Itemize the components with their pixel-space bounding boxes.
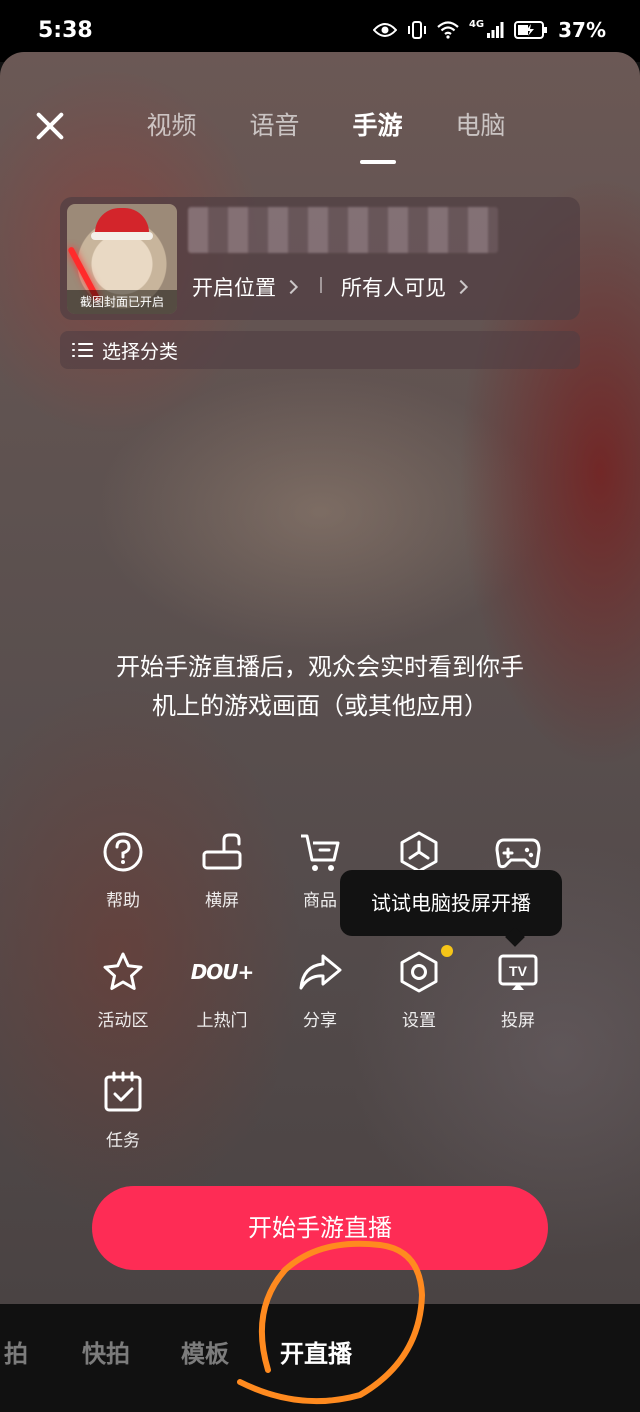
eye-icon (372, 23, 397, 37)
settings-button[interactable]: 设置 (374, 950, 464, 1040)
task-button[interactable]: 任务 (78, 1070, 168, 1160)
dou-hot-label: 上热门 (196, 1011, 248, 1031)
status-icons: 4G 37% (372, 18, 606, 42)
settings-label: 设置 (402, 1011, 436, 1031)
battery-percent: 37% (558, 18, 606, 42)
bottom-nav: 拍 快拍 模板 开直播 (0, 1304, 640, 1412)
description-text: 开始手游直播后，观众会实时看到你手机上的游戏画面（或其他应用） (116, 653, 524, 720)
cover-card: 截图封面已开启 开启位置 所有人可见 (60, 197, 580, 320)
landscape-icon (202, 833, 242, 870)
task-label: 任务 (106, 1131, 140, 1151)
category-label: 选择分类 (102, 340, 179, 363)
bottom-nav-item-photo[interactable]: 拍 (4, 1334, 28, 1369)
activity-label: 活动区 (97, 1011, 149, 1031)
network-label: 4G (468, 18, 485, 30)
chevron-right-icon (283, 279, 299, 295)
dou-plus-button[interactable]: DOU+ 上热门 (177, 950, 267, 1040)
bottom-nav-item-template[interactable]: 模板 (181, 1334, 229, 1369)
tab-mobile-game[interactable]: 手游 (326, 106, 429, 164)
svg-text:TV: TV (509, 963, 528, 979)
task-icon (104, 1071, 142, 1112)
wifi-icon (437, 21, 459, 39)
divider (320, 277, 322, 293)
status-time: 5:38 (38, 18, 93, 43)
signal-icon (487, 22, 504, 38)
tab-pc[interactable]: 电脑 (429, 106, 532, 146)
vibrate-icon (407, 21, 426, 39)
gamepad-icon (495, 838, 541, 869)
bottom-nav-item-go-live[interactable]: 开直播 (280, 1334, 352, 1369)
visibility-label: 所有人可见 (341, 276, 446, 300)
share-icon (299, 954, 342, 990)
live-setup-panel: 视频 语音 手游 电脑 截图封面已开启 开启位置 所有人可见 选择分类 开始手游 (0, 52, 640, 1304)
category-selector[interactable]: 选择分类 (60, 331, 580, 369)
help-label: 帮助 (106, 891, 140, 911)
activity-button[interactable]: 活动区 (78, 950, 168, 1040)
share-button[interactable]: 分享 (275, 950, 365, 1040)
hexagon-icon (400, 831, 438, 873)
share-label: 分享 (303, 1011, 337, 1031)
question-icon (103, 832, 143, 872)
bottom-nav-item-quick-shot[interactable]: 快拍 (82, 1334, 130, 1369)
cart-icon (301, 834, 340, 871)
chevron-right-icon (453, 279, 469, 295)
dou-plus-icon: DOU+ (190, 960, 255, 984)
mode-tabs: 视频 语音 手游 电脑 (120, 106, 532, 164)
cast-tooltip: 试试电脑投屏开播 (340, 870, 562, 936)
cast-button[interactable]: TV 投屏 (473, 950, 563, 1040)
star-icon (103, 952, 143, 990)
notification-dot (441, 945, 453, 957)
title-input-redacted[interactable] (188, 207, 498, 253)
gear-icon (400, 951, 438, 993)
visibility-button[interactable]: 所有人可见 (341, 272, 469, 302)
tab-video[interactable]: 视频 (120, 106, 223, 146)
landscape-button[interactable]: 横屏 (177, 830, 267, 920)
tv-cast-icon: TV (498, 954, 538, 990)
cover-image[interactable]: 截图封面已开启 (67, 204, 177, 314)
cover-caption: 截图封面已开启 (67, 290, 177, 314)
start-live-button[interactable]: 开始手游直播 (92, 1186, 548, 1270)
close-icon[interactable] (30, 106, 70, 146)
santa-hat-brim (91, 232, 153, 240)
help-button[interactable]: 帮助 (78, 830, 168, 920)
tab-voice[interactable]: 语音 (223, 106, 326, 146)
cast-label: 投屏 (501, 1011, 535, 1031)
location-label: 开启位置 (192, 276, 276, 300)
location-button[interactable]: 开启位置 (192, 272, 299, 302)
landscape-label: 横屏 (205, 891, 239, 911)
battery-icon (514, 21, 548, 39)
list-icon (72, 339, 94, 361)
